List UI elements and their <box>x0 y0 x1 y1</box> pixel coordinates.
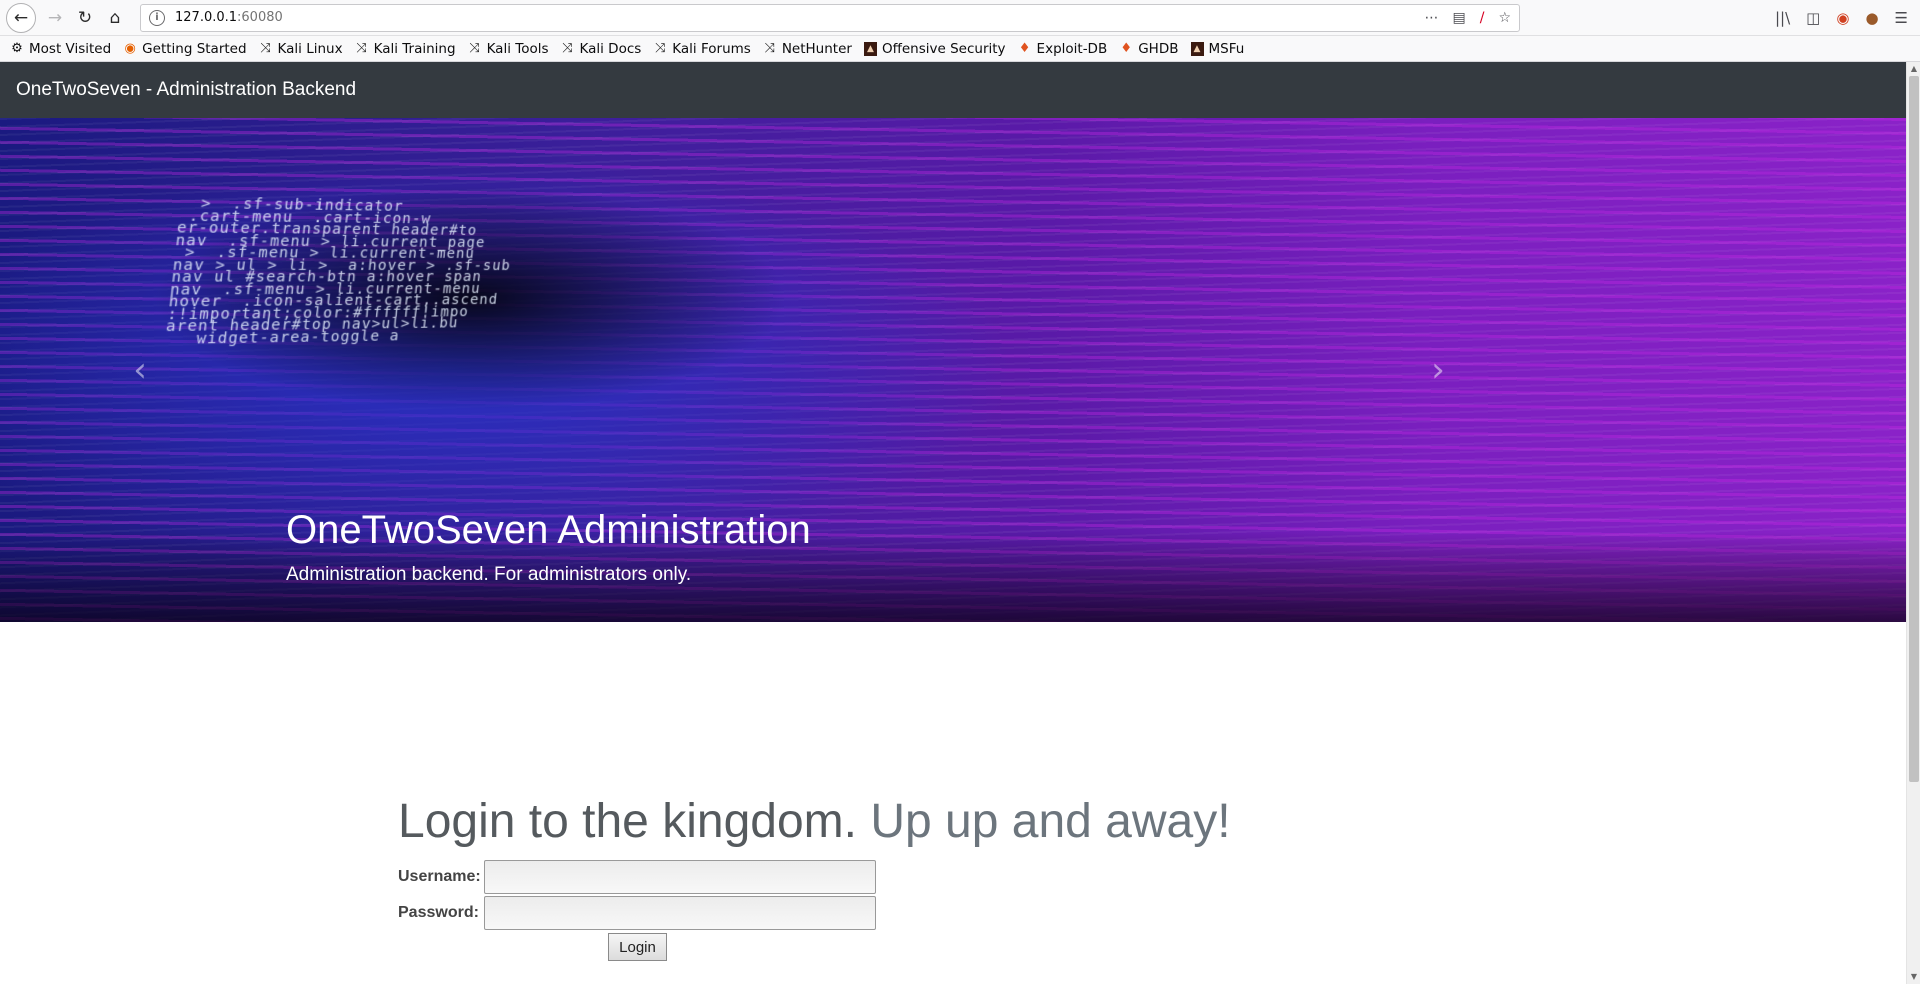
forward-button[interactable]: → <box>40 3 70 33</box>
carousel-subtitle: Administration backend. For administrato… <box>286 564 692 585</box>
library-icon[interactable]: ||\ <box>1775 9 1790 27</box>
scrollbar-thumb[interactable] <box>1909 76 1919 782</box>
bookmark-kali-forums[interactable]: ⤨ Kali Forums <box>653 41 751 57</box>
reload-button[interactable]: ↻ <box>70 3 100 33</box>
password-label: Password: <box>398 904 479 921</box>
pocket-icon[interactable]: ▤ <box>1452 10 1465 26</box>
back-button[interactable]: ← <box>6 2 36 33</box>
bookmark-msfu[interactable]: ▲ MSFu <box>1190 41 1244 57</box>
bookmark-exploit-db[interactable]: ♦ Exploit-DB <box>1018 41 1108 57</box>
password-row: Password: <box>398 895 1231 931</box>
arrow-right-icon: → <box>47 7 63 28</box>
site-navbar: OneTwoSeven - Administration Backend <box>0 62 1906 118</box>
bookmark-most-visited[interactable]: ⚙ Most Visited <box>10 41 111 57</box>
address-bar[interactable]: i 127.0.0.1:60080 ⋯ ▤ / ☆ <box>140 3 1520 32</box>
firefox-icon: ◉ <box>124 41 136 56</box>
exploitdb-icon: ♦ <box>1120 41 1133 56</box>
cookie-icon[interactable]: ● <box>1865 9 1878 27</box>
menu-icon[interactable]: ☰ <box>1895 9 1908 27</box>
reload-icon: ↻ <box>77 7 93 28</box>
carousel-caption: OneTwoSeven Administration Administratio… <box>286 506 811 586</box>
kali-dragon-icon: ⤨ <box>260 41 271 56</box>
username-row: Username: <box>398 859 1231 895</box>
bookmark-star-icon[interactable]: ☆ <box>1498 10 1511 26</box>
home-button[interactable]: ⌂ <box>100 3 130 33</box>
bookmark-nethunter[interactable]: ⤨ NetHunter <box>763 41 852 57</box>
chevron-right-icon: › <box>1431 350 1445 390</box>
hero-carousel: > .sf-sub-indicator .cart-menu .cart-ico… <box>0 118 1906 622</box>
bookmark-kali-linux[interactable]: ⤨ Kali Linux <box>259 41 342 57</box>
page-scrollbar[interactable]: ▲ ▼ <box>1906 62 1920 984</box>
arrow-left-icon: ← <box>13 7 29 28</box>
username-input[interactable] <box>484 860 876 894</box>
bookmarks-bar: ⚙ Most Visited ◉ Getting Started ⤨ Kali Lin… <box>0 36 1920 62</box>
addon-icon[interactable]: ◉ <box>1836 9 1849 27</box>
kali-dragon-icon: ⤨ <box>356 41 367 56</box>
carousel-next-button[interactable]: › <box>1368 118 1508 622</box>
home-icon: ⌂ <box>109 7 121 28</box>
bookmark-kali-training[interactable]: ⤨ Kali Training <box>355 41 455 57</box>
login-heading: Login to the kingdom. Up up and away! <box>398 795 1231 848</box>
chevron-left-icon: ‹ <box>133 350 147 390</box>
bookmark-kali-docs[interactable]: ⤨ Kali Docs <box>561 41 641 57</box>
reader-icon[interactable]: / <box>1480 10 1485 26</box>
kali-dragon-icon: ⤨ <box>655 41 666 56</box>
site-info-icon[interactable]: i <box>149 9 165 26</box>
offsec-icon: ▲ <box>1190 41 1204 56</box>
exploitdb-icon: ♦ <box>1018 41 1031 56</box>
offsec-icon: ▲ <box>863 41 877 56</box>
login-section: Login to the kingdom. Up up and away! Us… <box>398 794 1231 961</box>
page-actions-icon[interactable]: ⋯ <box>1424 10 1438 26</box>
browser-toolbar: ← → ↻ ⌂ i 127.0.0.1:60080 ⋯ ▤ / ☆ ||\ ◫ … <box>0 0 1920 36</box>
kali-dragon-icon: ⤨ <box>562 41 573 56</box>
login-button[interactable]: Login <box>608 933 667 961</box>
login-heading-muted: Up up and away! <box>870 795 1231 848</box>
carousel-prev-button[interactable]: ‹ <box>70 118 210 622</box>
carousel-title: OneTwoSeven Administration <box>286 508 811 552</box>
carousel-background-image: > .sf-sub-indicator .cart-menu .cart-ico… <box>163 194 512 348</box>
scroll-down-arrow-icon[interactable]: ▼ <box>1907 970 1920 984</box>
page-content: OneTwoSeven - Administration Backend > .… <box>0 62 1920 984</box>
kali-dragon-icon: ⤨ <box>469 41 480 56</box>
gear-icon: ⚙ <box>11 41 23 56</box>
sidebar-icon[interactable]: ◫ <box>1806 9 1820 27</box>
bookmark-ghdb[interactable]: ♦ GHDB <box>1119 41 1178 57</box>
navbar-brand[interactable]: OneTwoSeven - Administration Backend <box>16 79 356 101</box>
bookmark-kali-tools[interactable]: ⤨ Kali Tools <box>468 41 548 57</box>
url-port: :60080 <box>237 10 283 25</box>
kali-dragon-icon: ⤨ <box>764 41 776 56</box>
submit-row: Login <box>398 933 1231 961</box>
username-label: Username: <box>398 868 481 885</box>
toolbar-right-icons: ||\ ◫ ◉ ● ☰ <box>1775 9 1914 27</box>
bookmark-getting-started[interactable]: ◉ Getting Started <box>123 41 247 57</box>
url-host: 127.0.0.1 <box>175 10 238 25</box>
bookmark-offensive-security[interactable]: ▲ Offensive Security <box>863 41 1006 57</box>
login-form: Username: Password: Login <box>398 859 1231 961</box>
password-input[interactable] <box>484 896 876 930</box>
scroll-up-arrow-icon[interactable]: ▲ <box>1907 62 1920 76</box>
